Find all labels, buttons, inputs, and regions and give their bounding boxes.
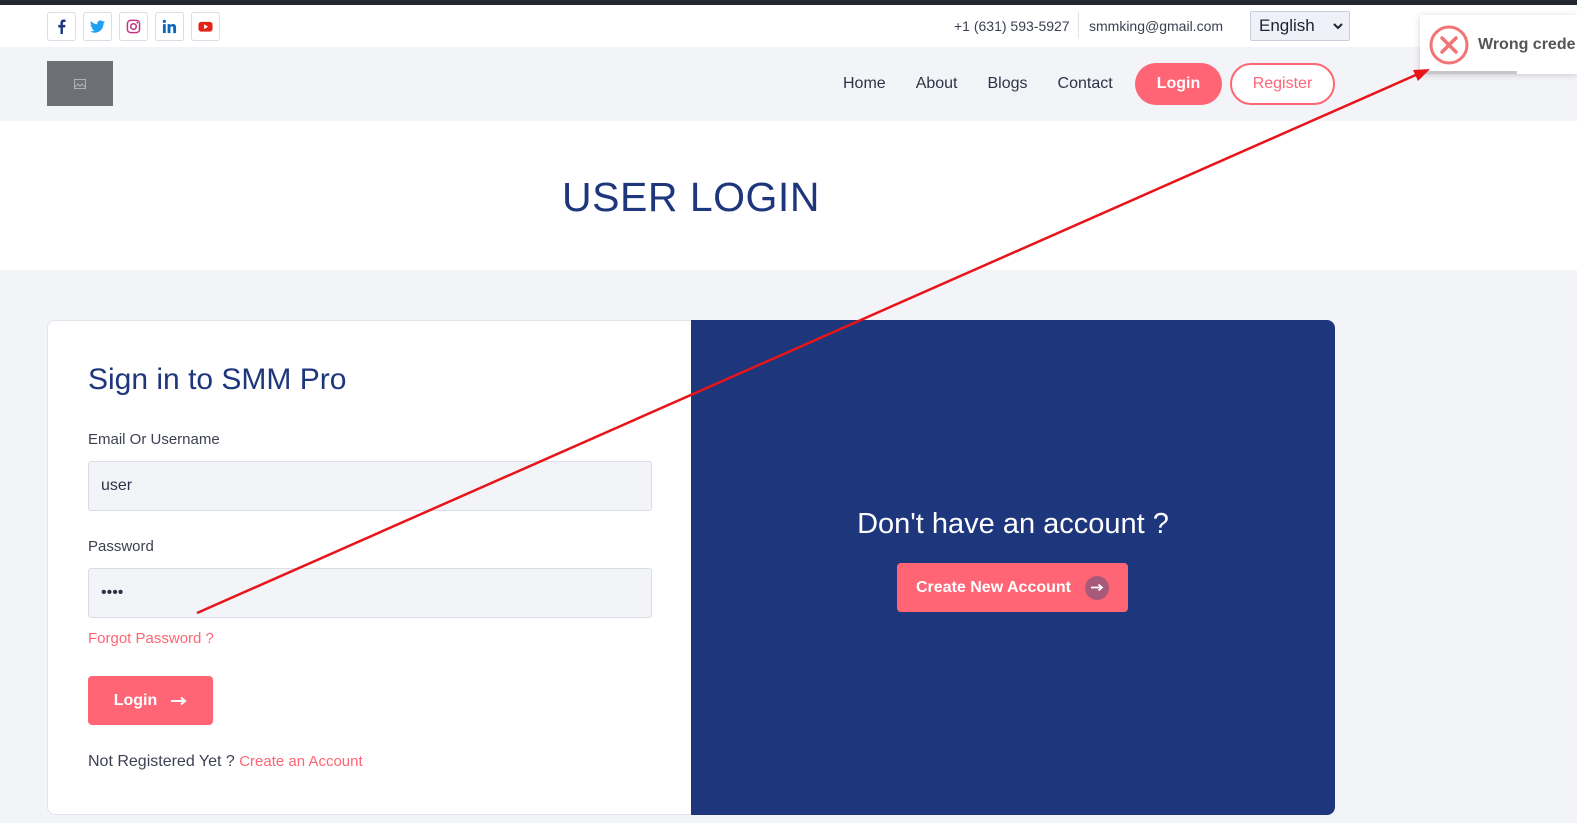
nav-home[interactable]: Home bbox=[843, 75, 886, 93]
page-header: USER LOGIN bbox=[0, 121, 1577, 270]
email-field[interactable]: user bbox=[88, 461, 652, 511]
top-bar: +1 (631) 593-5927 smmking@gmail.com Engl… bbox=[0, 5, 1577, 47]
youtube-icon[interactable] bbox=[191, 12, 220, 41]
register-panel: Don't have an account ? Create New Accou… bbox=[691, 320, 1335, 815]
login-card: Sign in to SMM Pro Email Or Username use… bbox=[47, 320, 691, 815]
register-prompt: Not Registered Yet ? Create an Account bbox=[88, 753, 363, 771]
error-x-icon bbox=[1429, 25, 1469, 65]
nav-about[interactable]: About bbox=[916, 75, 958, 93]
login-submit-button[interactable]: Login bbox=[88, 676, 213, 725]
contact-email[interactable]: smmking@gmail.com bbox=[1089, 18, 1223, 34]
facebook-icon[interactable] bbox=[47, 12, 76, 41]
login-section: Sign in to SMM Pro Email Or Username use… bbox=[0, 270, 1577, 823]
nav-login-button[interactable]: Login bbox=[1135, 63, 1222, 105]
nav-blogs[interactable]: Blogs bbox=[988, 75, 1028, 93]
register-heading: Don't have an account ? bbox=[857, 508, 1169, 540]
social-links bbox=[47, 12, 220, 41]
create-account-link[interactable]: Create an Account bbox=[239, 753, 362, 770]
language-select[interactable]: English bbox=[1250, 11, 1350, 41]
chevron-down-icon bbox=[1333, 23, 1343, 30]
instagram-icon[interactable] bbox=[119, 12, 148, 41]
toast-message: Wrong crede bbox=[1478, 36, 1576, 53]
broken-image-icon bbox=[74, 78, 86, 89]
create-account-label: Create New Account bbox=[916, 578, 1071, 596]
page-title: USER LOGIN bbox=[562, 174, 820, 220]
toast-progress-bar bbox=[1420, 71, 1517, 74]
password-label: Password bbox=[88, 538, 154, 555]
nav-links: Home About Blogs Contact bbox=[843, 75, 1113, 93]
create-account-button[interactable]: Create New Account bbox=[897, 563, 1128, 612]
linkedin-icon[interactable] bbox=[155, 12, 184, 41]
main-navbar: Home About Blogs Contact Login Register bbox=[0, 47, 1577, 121]
arrow-right-icon bbox=[171, 696, 187, 705]
register-prompt-text: Not Registered Yet ? bbox=[88, 753, 235, 770]
contact-divider bbox=[1078, 12, 1079, 38]
nav-register-button[interactable]: Register bbox=[1230, 63, 1335, 105]
site-logo[interactable] bbox=[47, 61, 113, 106]
forgot-password-link[interactable]: Forgot Password ? bbox=[88, 630, 214, 647]
password-field[interactable]: •••• bbox=[88, 568, 652, 618]
email-label: Email Or Username bbox=[88, 431, 220, 448]
twitter-icon[interactable] bbox=[83, 12, 112, 41]
signin-title: Sign in to SMM Pro bbox=[88, 363, 347, 396]
login-submit-label: Login bbox=[113, 691, 158, 709]
arrow-right-icon bbox=[1085, 575, 1109, 600]
nav-contact[interactable]: Contact bbox=[1058, 75, 1113, 93]
error-toast[interactable]: Wrong crede bbox=[1420, 15, 1577, 74]
contact-phone[interactable]: +1 (631) 593-5927 bbox=[954, 18, 1070, 34]
language-select-value: English bbox=[1259, 16, 1315, 35]
